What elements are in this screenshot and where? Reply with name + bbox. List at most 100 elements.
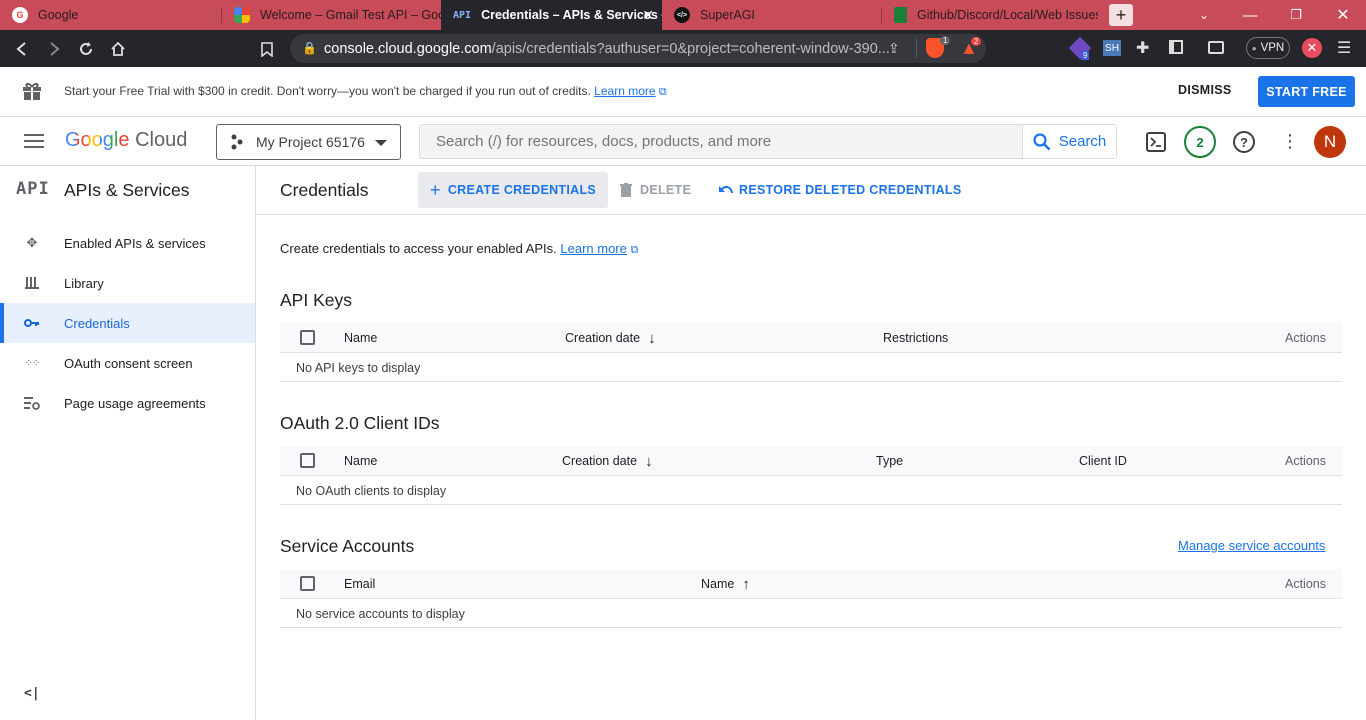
select-all-checkbox[interactable]: [300, 330, 315, 345]
lock-icon: 🔒: [302, 41, 317, 55]
column-creation-date[interactable]: Creation date ↓: [565, 329, 656, 347]
new-tab-button[interactable]: +: [1109, 4, 1133, 26]
start-free-button[interactable]: START FREE: [1258, 76, 1355, 107]
sidebar-item-label: Page usage agreements: [64, 395, 206, 411]
column-name[interactable]: Name: [344, 331, 377, 345]
enabled-apis-icon: ✥: [26, 235, 38, 250]
logo-cloud-text: Cloud: [135, 129, 188, 151]
table-header: Name Creation date ↓ Restrictions Actions: [280, 323, 1342, 353]
close-window-icon[interactable]: ✕: [1320, 0, 1366, 30]
browser-tab-gmail-test[interactable]: Welcome – Gmail Test API – Goog: [222, 0, 441, 30]
close-tab-icon[interactable]: ✕: [642, 7, 654, 24]
arrow-up-icon: ↑: [742, 576, 750, 593]
more-vert-icon[interactable]: ⋮: [1281, 130, 1299, 152]
oauth-consent-icon: ⁘⁘: [24, 357, 41, 369]
share-icon[interactable]: ⇪: [888, 40, 900, 57]
plus-icon: +: [430, 179, 441, 200]
notifications-badge[interactable]: 2: [1184, 126, 1216, 158]
sidebar-item-label: Enabled APIs & services: [64, 235, 206, 251]
trash-icon: [620, 183, 632, 197]
search-button[interactable]: Search: [1022, 125, 1116, 158]
home-icon[interactable]: [107, 38, 129, 60]
help-icon[interactable]: ?: [1233, 131, 1255, 153]
profile-x-icon[interactable]: ✕: [1302, 38, 1322, 58]
sidebar-toggle-icon[interactable]: [1169, 40, 1183, 54]
page-action-bar: Credentials + CREATE CREDENTIALS DELETE …: [256, 166, 1366, 215]
project-name: My Project 65176: [256, 134, 365, 150]
column-restrictions[interactable]: Restrictions: [883, 331, 948, 345]
browser-tab-github-issues[interactable]: Github/Discord/Local/Web Issues: [882, 0, 1098, 30]
table-row: No OAuth clients to display: [280, 476, 1342, 505]
extensions-puzzle-icon[interactable]: ✚: [1136, 38, 1149, 58]
shield-count-badge: 1: [940, 36, 951, 45]
column-email[interactable]: Email: [344, 577, 375, 591]
browser-tab-credentials[interactable]: API Credentials – APIs & Services – ✕: [441, 0, 662, 30]
delete-button[interactable]: DELETE: [608, 172, 703, 208]
sidebar-item-oauth-consent[interactable]: ⁘⁘ OAuth consent screen: [0, 343, 255, 383]
manage-service-accounts-link[interactable]: Manage service accounts: [1178, 538, 1325, 553]
cloud-shell-icon[interactable]: [1146, 132, 1166, 157]
sidebar-item-page-usage[interactable]: Page usage agreements: [0, 383, 255, 423]
select-all-checkbox[interactable]: [300, 453, 315, 468]
restore-deleted-credentials-button[interactable]: RESTORE DELETED CREDENTIALS: [706, 172, 973, 208]
delete-label: DELETE: [640, 183, 692, 197]
browser-toolbar: 🔒 console.cloud.google.com/apis/credenti…: [0, 30, 1366, 67]
column-name[interactable]: Name ↑: [701, 575, 750, 593]
google-cloud-logo[interactable]: Google Cloud: [65, 129, 187, 152]
reload-icon[interactable]: [75, 38, 97, 60]
empty-message: No API keys to display: [296, 361, 421, 375]
create-credentials-button[interactable]: + CREATE CREDENTIALS: [418, 172, 609, 208]
restore-label: RESTORE DELETED CREDENTIALS: [739, 183, 962, 197]
column-name[interactable]: Name: [344, 454, 377, 468]
intro-text: Create credentials to access your enable…: [280, 241, 557, 256]
collapse-sidebar-icon[interactable]: <|: [24, 686, 40, 701]
url-text: console.cloud.google.com/apis/credential…: [324, 41, 890, 57]
dismiss-button[interactable]: DISMISS: [1178, 83, 1232, 97]
search-bar[interactable]: Search: [419, 124, 1117, 159]
empty-message: No service accounts to display: [296, 607, 465, 621]
external-link-icon: ⧉: [630, 244, 639, 256]
promo-message: Start your Free Trial with $300 in credi…: [64, 84, 591, 98]
bookmark-icon[interactable]: [256, 38, 278, 60]
table-row: No API keys to display: [280, 353, 1342, 382]
search-input[interactable]: [420, 125, 1020, 158]
browser-tab-google[interactable]: G Google: [0, 0, 222, 30]
page-title: Credentials: [280, 180, 369, 200]
promo-text: Start your Free Trial with $300 in credi…: [64, 84, 667, 99]
sidebar-item-enabled-apis[interactable]: ✥ Enabled APIs & services: [0, 223, 255, 263]
back-icon[interactable]: [11, 38, 33, 60]
wallet-icon[interactable]: [1208, 41, 1224, 54]
project-tree-icon: [229, 134, 245, 155]
browser-tab-bar: G Google Welcome – Gmail Test API – Goog…: [0, 0, 1366, 30]
forward-icon[interactable]: [43, 38, 65, 60]
arrow-down-icon: ↓: [648, 330, 656, 347]
promo-learn-more-link[interactable]: Learn more: [594, 84, 655, 98]
sh-extension-icon[interactable]: SH: [1103, 40, 1121, 56]
empty-message: No OAuth clients to display: [296, 484, 447, 498]
tab-search-chevron-icon[interactable]: ⌄: [1181, 0, 1227, 30]
minimize-icon[interactable]: —: [1227, 0, 1273, 30]
restore-icon[interactable]: ❐: [1273, 0, 1319, 30]
vpn-button[interactable]: ● VPN: [1246, 37, 1290, 59]
main-menu-icon[interactable]: [24, 133, 44, 154]
api-badge-icon: API: [16, 179, 50, 199]
service-accounts-title: Service Accounts: [280, 536, 415, 556]
column-client-id[interactable]: Client ID: [1079, 454, 1127, 468]
active-indicator: [0, 303, 4, 343]
browser-menu-icon[interactable]: ☰: [1337, 38, 1351, 58]
sidebar-item-library[interactable]: Library: [0, 263, 255, 303]
rewards-count-badge: 2: [971, 37, 982, 46]
tab-label: Welcome – Gmail Test API – Goog: [260, 8, 441, 22]
table-header: Name Creation date ↓ Type Client ID Actio…: [280, 446, 1342, 476]
column-type[interactable]: Type: [876, 454, 903, 468]
browser-tab-superagi[interactable]: </> SuperAGI: [662, 0, 882, 30]
sidebar-item-credentials[interactable]: Credentials: [0, 303, 255, 343]
column-actions: Actions: [1285, 331, 1326, 345]
select-all-checkbox[interactable]: [300, 576, 315, 591]
project-selector[interactable]: My Project 65176: [216, 124, 401, 160]
intro-learn-more-link[interactable]: Learn more: [560, 241, 626, 256]
column-creation-date[interactable]: Creation date ↓: [562, 452, 653, 470]
address-bar[interactable]: 🔒 console.cloud.google.com/apis/credenti…: [290, 34, 986, 63]
account-avatar[interactable]: N: [1314, 126, 1346, 158]
external-link-icon: ⧉: [658, 86, 667, 98]
